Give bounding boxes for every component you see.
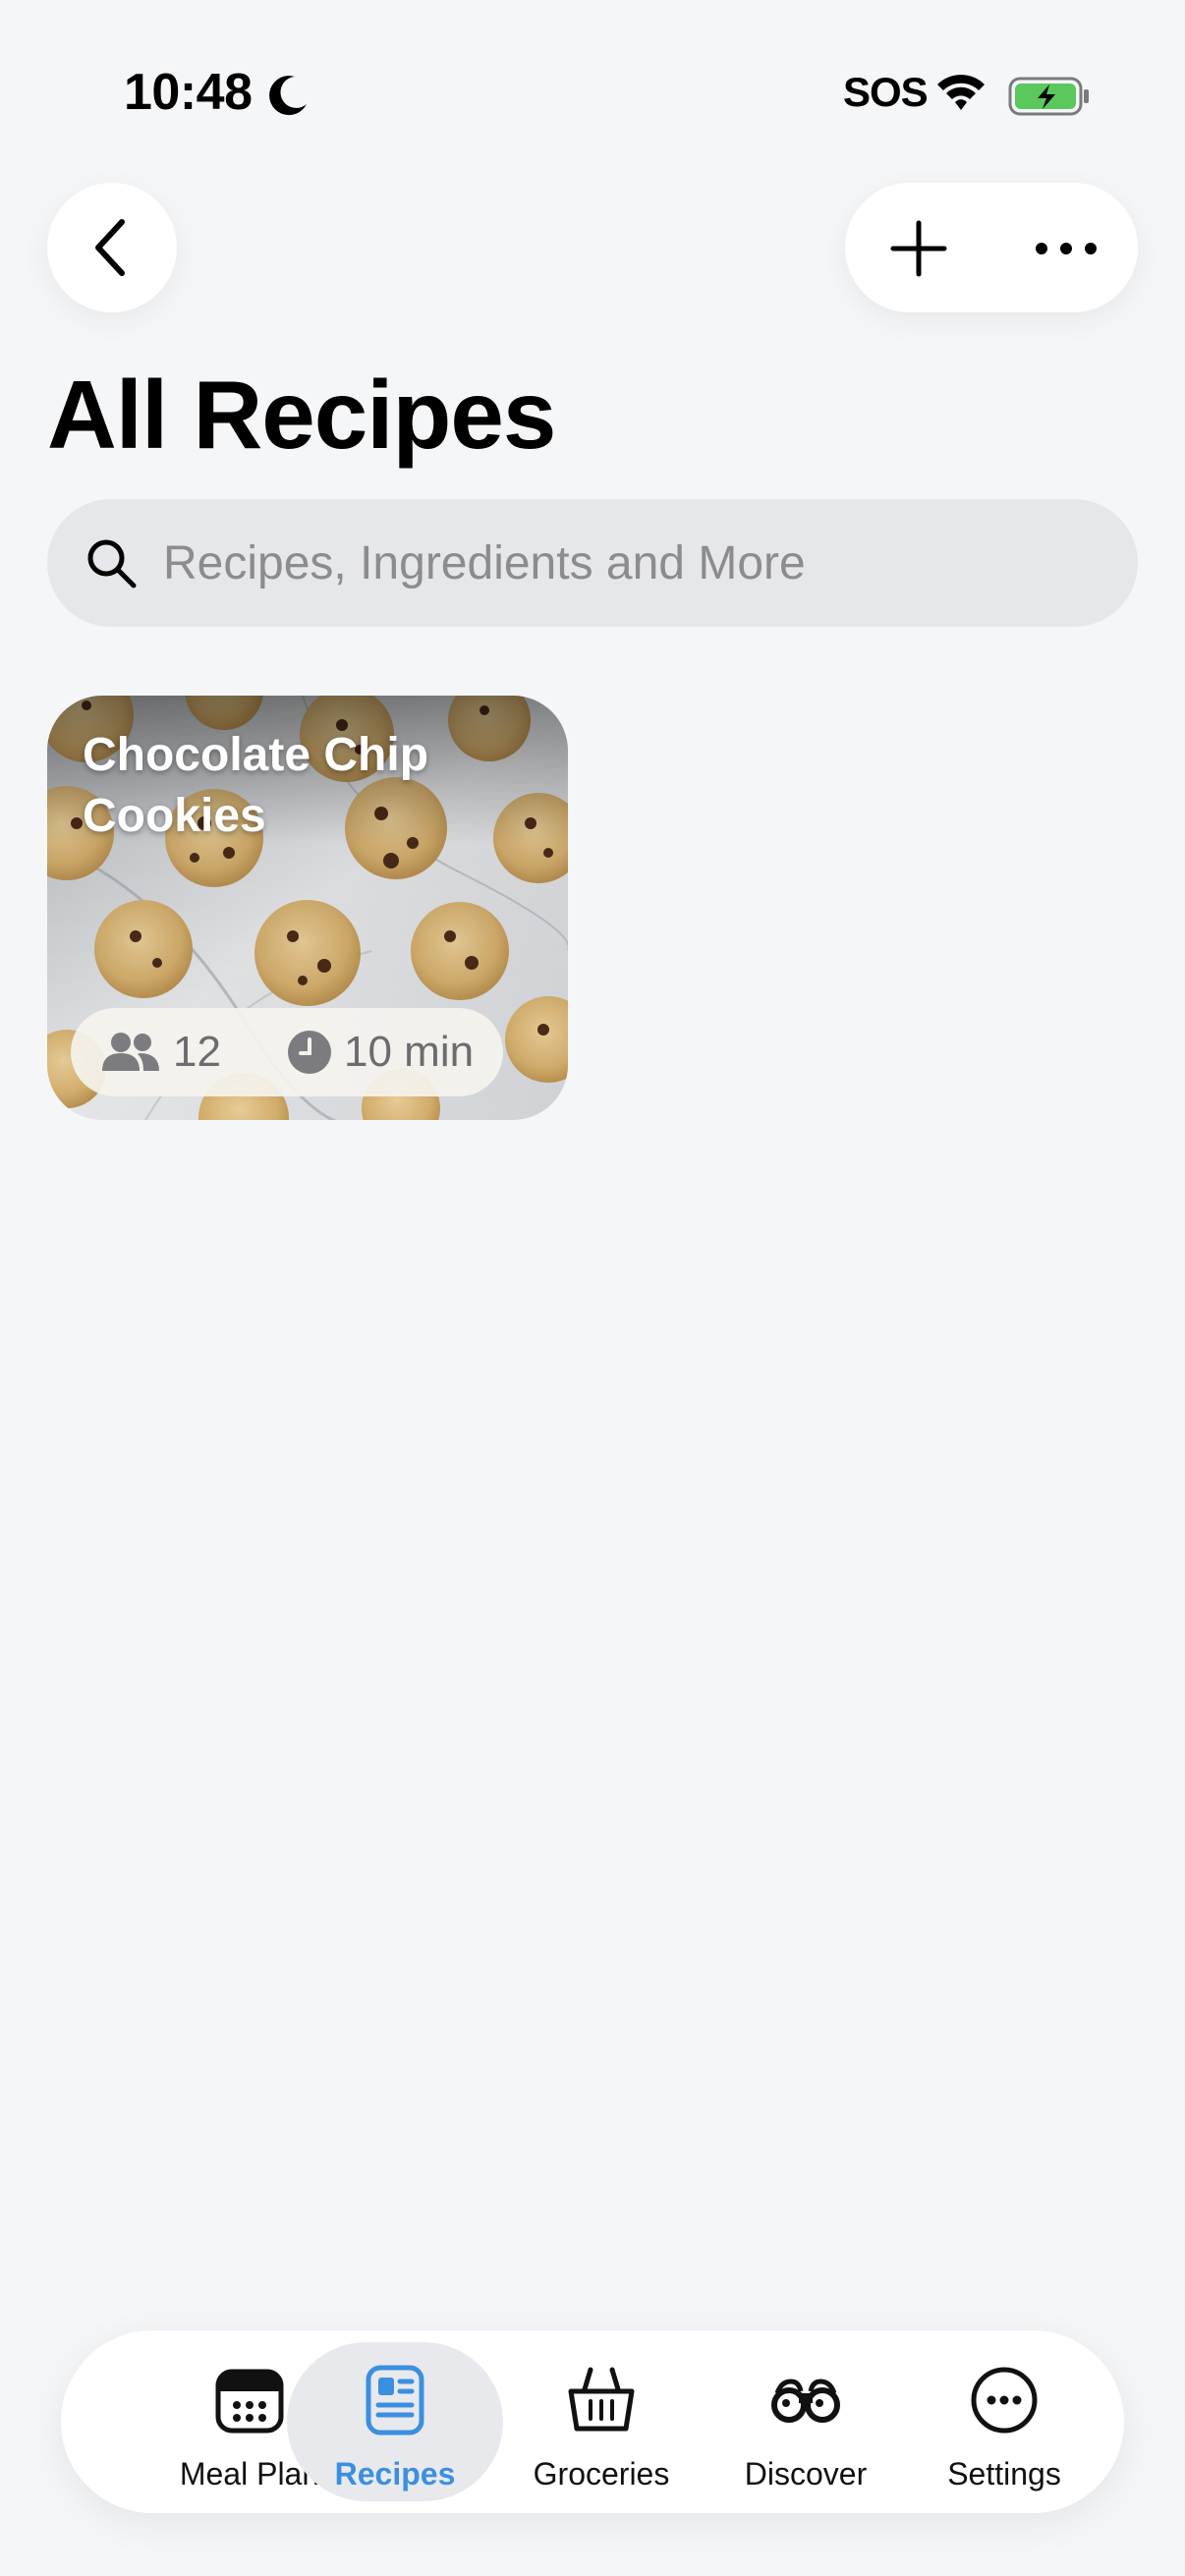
status-bar: 10:48 SOS [0, 0, 1185, 187]
search-bar[interactable] [47, 499, 1138, 627]
tab-discover[interactable]: Discover [698, 2342, 914, 2501]
battery-icon [1008, 77, 1089, 116]
recipe-meta-pill: 12 10 min [71, 1008, 503, 1096]
header-actions [845, 183, 1138, 312]
tab-label: Groceries [533, 2456, 670, 2492]
ellipsis-circle-icon [971, 2367, 1038, 2434]
tab-label: Settings [947, 2456, 1061, 2492]
status-time: 10:48 [124, 64, 253, 121]
tab-label: Recipes [334, 2456, 456, 2492]
tab-settings[interactable]: Settings [896, 2342, 1112, 2501]
plus-icon [890, 220, 947, 277]
add-recipe-button[interactable] [875, 204, 963, 293]
clock-icon [288, 1031, 331, 1074]
moon-icon [269, 76, 307, 116]
back-button[interactable] [47, 183, 177, 312]
page-title: All Recipes [47, 361, 556, 469]
ellipsis-icon [1036, 243, 1097, 254]
tab-groceries[interactable]: Groceries [493, 2342, 709, 2501]
tab-label: Discover [744, 2456, 868, 2492]
search-input[interactable] [163, 499, 1106, 627]
recipe-duration: 10 min [344, 1028, 475, 1076]
recipe-card[interactable]: Chocolate Chip Cookies 12 10 min [47, 696, 568, 1120]
recipe-book-icon [366, 2365, 424, 2436]
tab-bar: Meal Plan Recipes Groceries Discover Set… [61, 2330, 1124, 2513]
recipe-title: Chocolate Chip Cookies [83, 729, 429, 842]
chevron-left-icon [95, 219, 125, 276]
more-button[interactable] [1022, 204, 1110, 293]
calendar-icon [215, 2369, 284, 2434]
tab-recipes[interactable]: Recipes [287, 2342, 503, 2501]
basket-icon [568, 2367, 635, 2432]
app-screen: 10:48 SOS All Recipes Recipes, Ingredien… [0, 0, 1185, 2576]
search-icon [87, 539, 137, 588]
wifi-icon [937, 75, 985, 110]
binoculars-icon [771, 2379, 840, 2423]
people-icon [102, 1033, 159, 1071]
status-sos: SOS [843, 69, 929, 115]
recipe-servings: 12 [173, 1028, 221, 1076]
